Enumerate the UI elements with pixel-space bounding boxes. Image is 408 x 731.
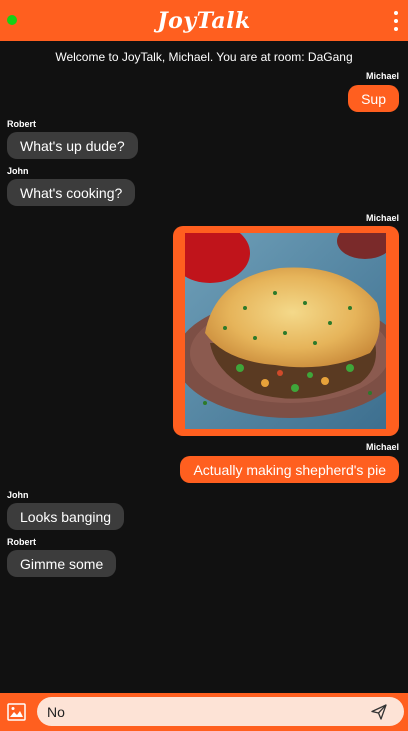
menu-dot bbox=[394, 11, 398, 15]
message-sender: John bbox=[7, 490, 29, 500]
image-icon[interactable] bbox=[7, 703, 26, 721]
app-header: JoyTalk bbox=[0, 0, 408, 41]
message-sender: Robert bbox=[7, 119, 36, 129]
app-title: JoyTalk bbox=[157, 7, 251, 34]
message-input[interactable] bbox=[47, 697, 362, 726]
incoming-message-bubble: What's cooking? bbox=[7, 179, 136, 206]
message-composer bbox=[0, 693, 408, 731]
welcome-message: Welcome to JoyTalk, Michael. You are at … bbox=[55, 50, 353, 64]
incoming-message-bubble: Gimme some bbox=[7, 550, 117, 577]
message-sender: Robert bbox=[7, 537, 36, 547]
send-icon[interactable] bbox=[371, 704, 387, 720]
chat-app: JoyTalk Welcome to JoyTalk, Michael. You… bbox=[0, 0, 408, 731]
incoming-message-bubble: What's up dude? bbox=[7, 132, 138, 159]
message-sender: Michael bbox=[365, 71, 399, 81]
message-sender: John bbox=[7, 166, 29, 176]
image-message-bubble[interactable] bbox=[173, 226, 399, 436]
outgoing-message-bubble: Actually making shepherd's pie bbox=[180, 456, 399, 483]
message-sender: Michael bbox=[365, 442, 399, 452]
shepherds-pie-photo bbox=[185, 233, 386, 429]
incoming-message-bubble: Looks banging bbox=[7, 503, 125, 530]
online-status-icon bbox=[7, 15, 17, 25]
message-sender: Michael bbox=[365, 213, 399, 223]
menu-dot bbox=[394, 19, 398, 23]
outgoing-message-bubble: Sup bbox=[348, 85, 399, 112]
menu-dot bbox=[394, 27, 398, 31]
message-input-wrapper bbox=[37, 697, 404, 726]
more-menu-icon[interactable] bbox=[394, 11, 398, 31]
